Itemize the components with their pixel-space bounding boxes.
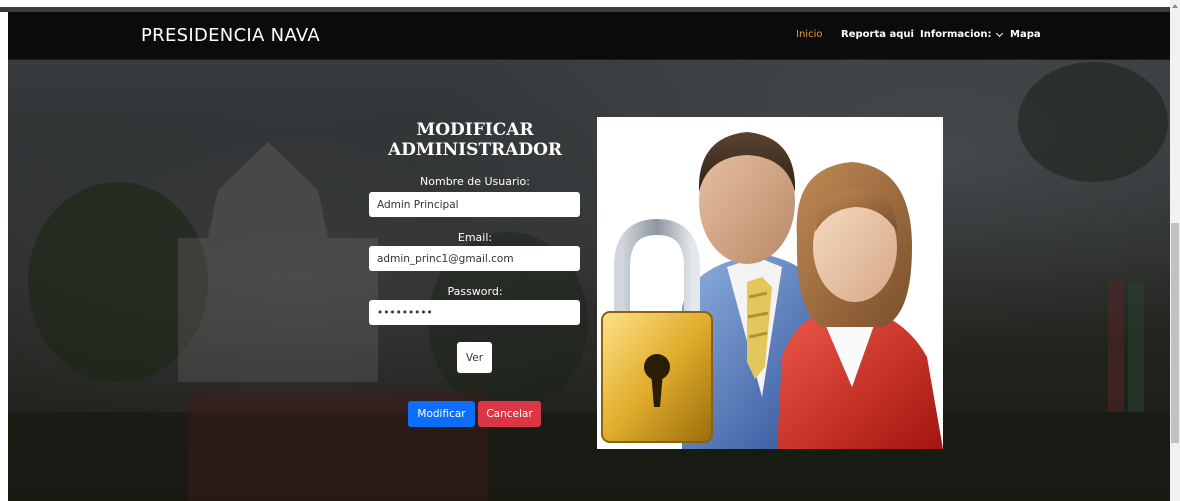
email-field[interactable] bbox=[369, 246, 580, 271]
nav-item-mapa[interactable]: Mapa bbox=[1010, 29, 1041, 40]
scroll-up-arrow-icon[interactable] bbox=[1172, 4, 1178, 8]
password-field[interactable] bbox=[369, 300, 580, 325]
show-password-button[interactable]: Ver bbox=[457, 342, 492, 373]
username-label: Nombre de Usuario: bbox=[420, 175, 530, 188]
background-overlay bbox=[8, 12, 1170, 501]
scrollbar-thumb[interactable] bbox=[1171, 223, 1179, 443]
modify-button[interactable]: Modificar bbox=[408, 401, 475, 427]
nav-item-informacion-label: Informacion: bbox=[920, 29, 992, 40]
brand-logo-text[interactable]: PRESIDENCIA NAVA bbox=[141, 25, 320, 46]
page-scrollbar[interactable] bbox=[1170, 0, 1180, 501]
nav-item-reporta-aqui[interactable]: Reporta aqui bbox=[841, 29, 914, 40]
nav-item-inicio[interactable]: Inicio bbox=[796, 29, 822, 40]
cancel-button[interactable]: Cancelar bbox=[478, 401, 541, 427]
form-title: MODIFICAR ADMINISTRADOR bbox=[387, 120, 563, 160]
email-label: Email: bbox=[457, 231, 493, 244]
nav-item-informacion[interactable]: Informacion: bbox=[920, 29, 1003, 40]
username-field[interactable] bbox=[369, 192, 580, 217]
admin-users-lock-icon bbox=[597, 117, 943, 449]
chevron-down-icon bbox=[995, 29, 1003, 38]
browser-top-strip bbox=[0, 0, 1180, 12]
top-navbar: PRESIDENCIA NAVA Inicio Reporta aqui Inf… bbox=[8, 12, 1170, 60]
password-label: Password: bbox=[447, 285, 503, 298]
page-background: PRESIDENCIA NAVA Inicio Reporta aqui Inf… bbox=[8, 12, 1170, 501]
